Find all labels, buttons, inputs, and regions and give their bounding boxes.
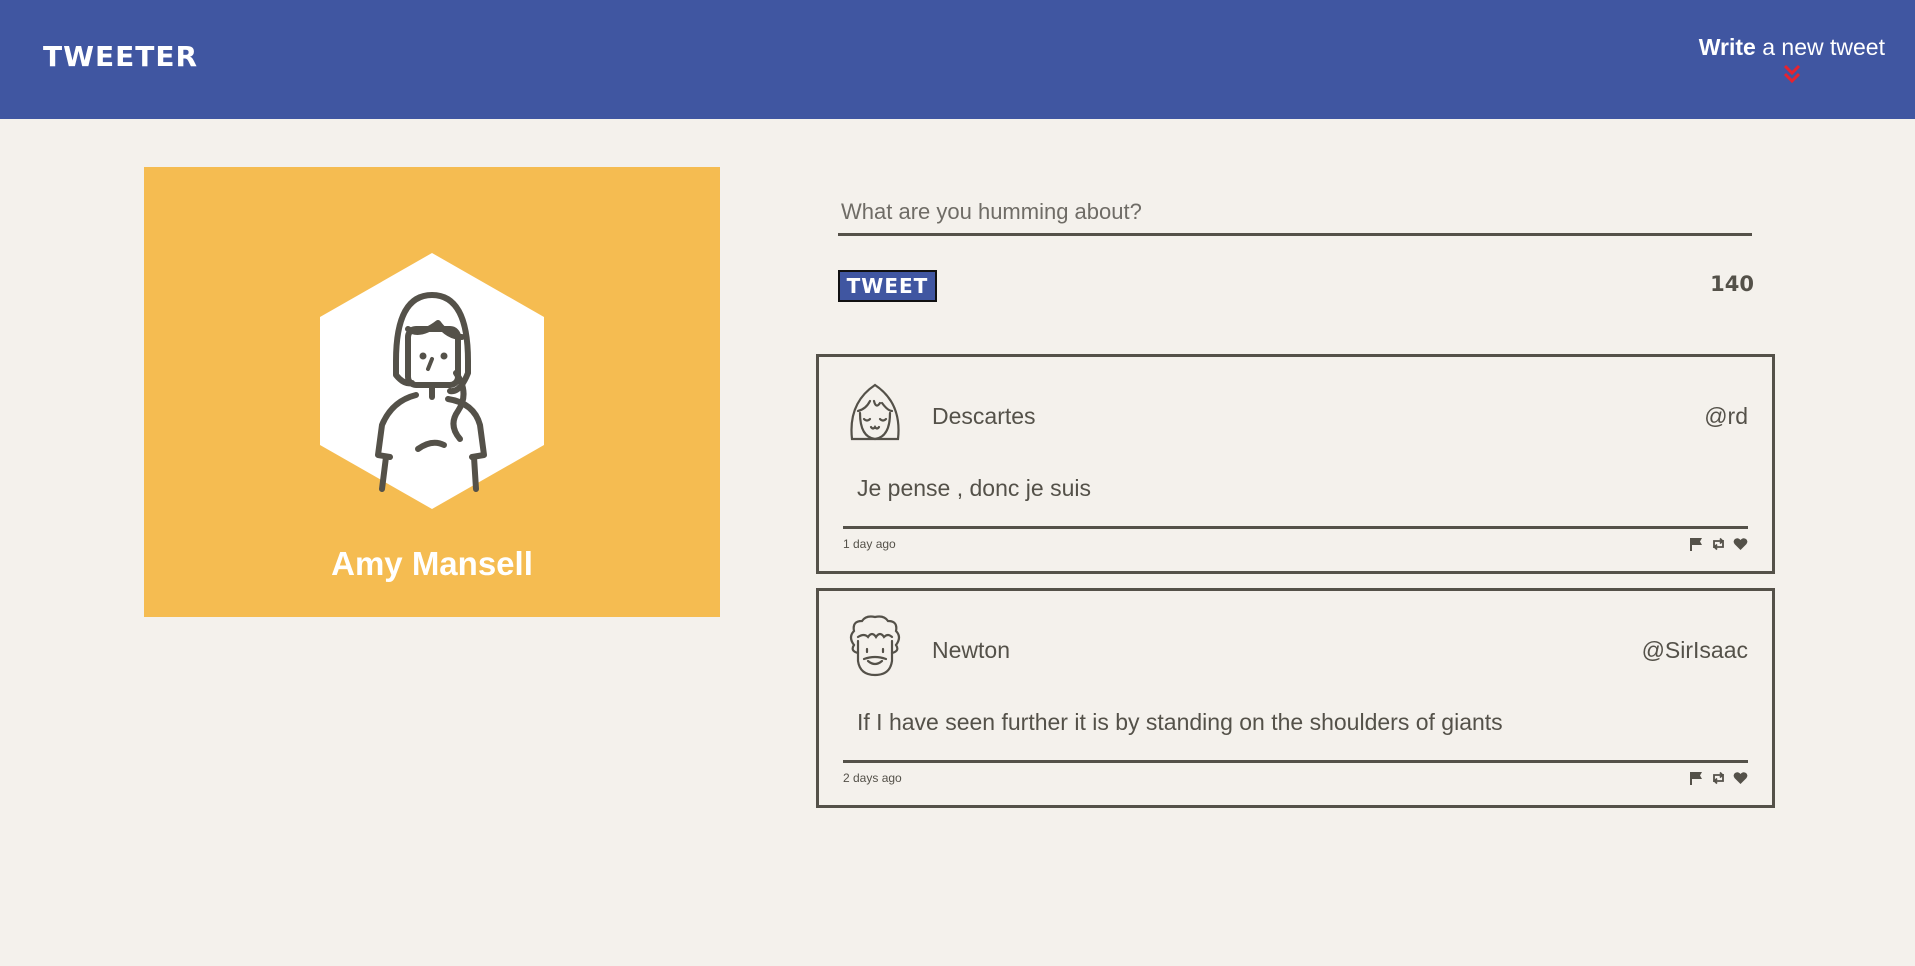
profile-avatar xyxy=(320,253,544,509)
tweet-card: Descartes @rd Je pense , donc je suis 1 … xyxy=(816,354,1775,574)
tweet-actions xyxy=(1689,771,1748,785)
compose-toggle-label: Write a new tweet xyxy=(1698,34,1885,60)
tweet-text: If I have seen further it is by standing… xyxy=(857,709,1503,735)
heart-icon[interactable] xyxy=(1733,537,1748,551)
tweet-text: Je pense , donc je suis xyxy=(857,475,1091,501)
retweet-icon[interactable] xyxy=(1711,771,1726,785)
tweet-timestamp: 1 day ago xyxy=(843,537,896,551)
tweet-card: Newton @SirIsaac If I have seen further … xyxy=(816,588,1775,808)
new-tweet-composer: TWEET 140 xyxy=(838,190,1754,302)
tweet-actions xyxy=(1689,537,1748,551)
tweet-author-name[interactable]: Descartes xyxy=(932,403,1036,430)
heart-icon[interactable] xyxy=(1733,771,1748,785)
smiling-girl-avatar-icon xyxy=(850,383,900,441)
profile-user-name: Amy Mansell xyxy=(331,545,533,582)
tweet-divider xyxy=(843,526,1748,529)
tweet-text-input[interactable] xyxy=(838,190,1752,236)
retweet-icon[interactable] xyxy=(1711,537,1726,551)
flag-icon[interactable] xyxy=(1689,771,1704,785)
tweet-divider xyxy=(843,760,1748,763)
tweet-submit-button[interactable]: TWEET xyxy=(838,270,937,302)
character-counter: 140 xyxy=(1710,272,1754,296)
top-navigation-bar: TWEETER Write a new tweet xyxy=(0,0,1915,119)
tweet-timestamp: 2 days ago xyxy=(843,771,902,785)
tweet-author-handle[interactable]: @SirIsaac xyxy=(1642,637,1748,664)
profile-card: Amy Mansell xyxy=(144,167,720,617)
app-logo[interactable]: TWEETER xyxy=(43,40,198,73)
tweet-author-name[interactable]: Newton xyxy=(932,637,1010,664)
woman-avatar-icon xyxy=(320,253,544,509)
write-new-tweet-toggle[interactable]: Write a new tweet xyxy=(1699,34,1885,85)
curly-hair-man-avatar-icon xyxy=(849,615,901,677)
flag-icon[interactable] xyxy=(1689,537,1704,551)
tweet-author-handle[interactable]: @rd xyxy=(1704,403,1748,430)
double-chevron-down-icon xyxy=(1783,64,1800,84)
